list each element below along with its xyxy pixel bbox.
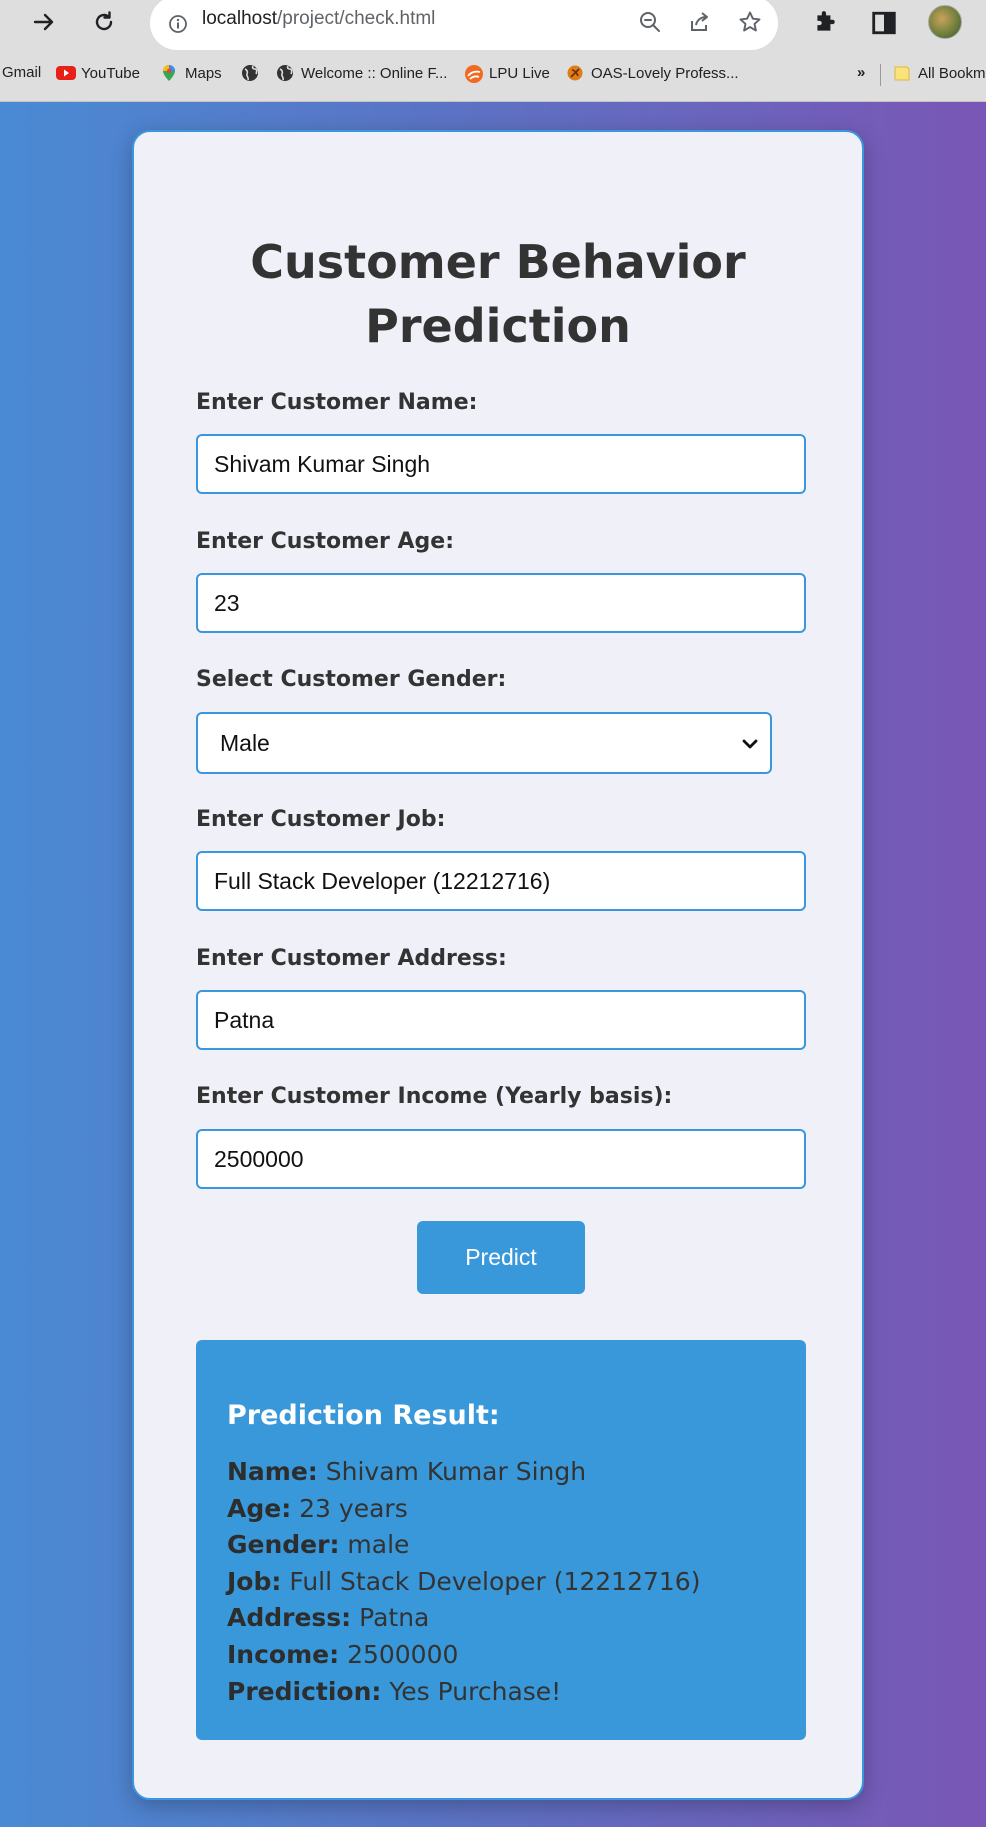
bookmark-label: LPU Live <box>489 64 550 82</box>
title-line-1: Customer Behavior <box>250 235 746 289</box>
bookmark-maps[interactable]: Maps <box>160 64 222 82</box>
zoom-out-icon[interactable] <box>636 8 664 36</box>
extensions-icon[interactable] <box>808 6 842 40</box>
customer-name-input[interactable] <box>196 434 806 494</box>
bookmark-label: Welcome :: Online F... <box>301 64 448 82</box>
bookmark-label: YouTube <box>81 64 140 82</box>
bookmark-youtube[interactable]: YouTube <box>56 64 140 82</box>
predict-button[interactable]: Predict <box>417 1221 585 1294</box>
bookmark-label: All Bookm <box>918 64 986 82</box>
result-age-row: Age: 23 years <box>227 1491 700 1528</box>
result-address-row: Address: Patna <box>227 1600 700 1637</box>
bookmark-oas[interactable]: OAS-Lovely Profess... <box>566 64 739 82</box>
reload-icon[interactable] <box>86 4 122 40</box>
result-job-key: Job: <box>227 1566 282 1596</box>
result-name-key: Name: <box>227 1457 318 1486</box>
result-address-value: Patna <box>359 1603 430 1633</box>
result-age-key: Age: <box>227 1493 292 1523</box>
customer-income-input[interactable] <box>196 1129 806 1189</box>
result-gender-value: male <box>347 1530 410 1560</box>
profile-avatar[interactable] <box>928 5 962 39</box>
age-label: Enter Customer Age: <box>196 529 455 554</box>
result-income-key: Income: <box>227 1639 340 1669</box>
side-panel-icon[interactable] <box>867 6 901 40</box>
result-name-value: Shivam Kumar Singh <box>325 1457 587 1486</box>
share-icon[interactable] <box>686 8 714 36</box>
result-job-value: Full Stack Developer (12212716) <box>289 1566 701 1596</box>
customer-job-input[interactable] <box>196 851 806 911</box>
globe-icon <box>241 64 259 82</box>
maps-icon <box>160 64 178 82</box>
gender-label: Select Customer Gender: <box>196 667 507 692</box>
name-label: Enter Customer Name: <box>196 390 478 415</box>
bookmark-gmail[interactable]: Gmail <box>2 64 41 81</box>
overflow-chevron: » <box>857 64 866 81</box>
bookmarks-divider <box>880 64 881 86</box>
bookmark-all-bookmarks[interactable]: All Bookm <box>893 64 986 82</box>
result-address-key: Address: <box>227 1603 352 1633</box>
customer-address-input[interactable] <box>196 990 806 1050</box>
result-income-value: 2500000 <box>347 1639 459 1669</box>
youtube-icon <box>56 64 76 82</box>
prediction-form-card: Customer Behavior Prediction Enter Custo… <box>132 130 864 1800</box>
customer-age-input[interactable] <box>196 573 806 633</box>
browser-chrome: localhost/project/check.html Gmail YouTu… <box>0 0 986 102</box>
result-prediction-row: Prediction: Yes Purchase! <box>227 1674 700 1711</box>
globe-icon <box>276 64 294 82</box>
bookmarks-bar: Gmail YouTube Maps Welcome :: Online F..… <box>0 60 986 90</box>
result-details: Name: Shivam Kumar Singh Age: 23 years G… <box>227 1454 700 1710</box>
star-icon[interactable] <box>736 8 764 36</box>
chevron-down-icon <box>740 734 760 758</box>
result-prediction-value: Yes Purchase! <box>389 1676 562 1706</box>
url-text[interactable]: localhost/project/check.html <box>202 8 435 30</box>
gender-selected-value: Male <box>220 730 270 756</box>
bookmarks-overflow-button[interactable]: » <box>857 64 865 81</box>
job-label: Enter Customer Job: <box>196 807 446 832</box>
result-income-row: Income: 2500000 <box>227 1637 700 1674</box>
oas-icon <box>566 64 584 82</box>
url-path: /project/check.html <box>277 8 436 29</box>
bookmark-lpu-live[interactable]: LPU Live <box>464 64 550 83</box>
result-heading: Prediction Result: <box>227 1400 500 1431</box>
bookmark-label: Maps <box>185 64 222 82</box>
address-bar[interactable]: localhost/project/check.html <box>150 0 778 50</box>
result-prediction-key: Prediction: <box>227 1676 382 1706</box>
address-label: Enter Customer Address: <box>196 946 507 971</box>
bookmark-label: Gmail <box>2 64 42 81</box>
info-icon[interactable] <box>168 14 188 38</box>
lpu-live-icon <box>464 64 483 83</box>
result-gender-row: Gender: male <box>227 1527 700 1564</box>
title-line-2: Prediction <box>365 299 631 353</box>
income-label: Enter Customer Income (Yearly basis): <box>196 1084 673 1109</box>
result-gender-key: Gender: <box>227 1530 340 1560</box>
prediction-result-panel: Prediction Result: Name: Shivam Kumar Si… <box>196 1340 806 1740</box>
url-host: localhost <box>202 8 277 29</box>
result-name-row: Name: Shivam Kumar Singh <box>227 1454 700 1491</box>
customer-gender-select[interactable]: Male <box>196 712 772 774</box>
bookmark-label: OAS-Lovely Profess... <box>591 64 739 82</box>
bookmark-globe[interactable] <box>241 64 259 82</box>
result-age-value: 23 years <box>299 1493 408 1523</box>
folder-icon <box>893 64 911 82</box>
forward-icon[interactable] <box>26 4 62 40</box>
page-title: Customer Behavior Prediction <box>134 230 862 358</box>
result-job-row: Job: Full Stack Developer (12212716) <box>227 1564 700 1601</box>
bookmark-welcome[interactable]: Welcome :: Online F... <box>276 64 447 82</box>
